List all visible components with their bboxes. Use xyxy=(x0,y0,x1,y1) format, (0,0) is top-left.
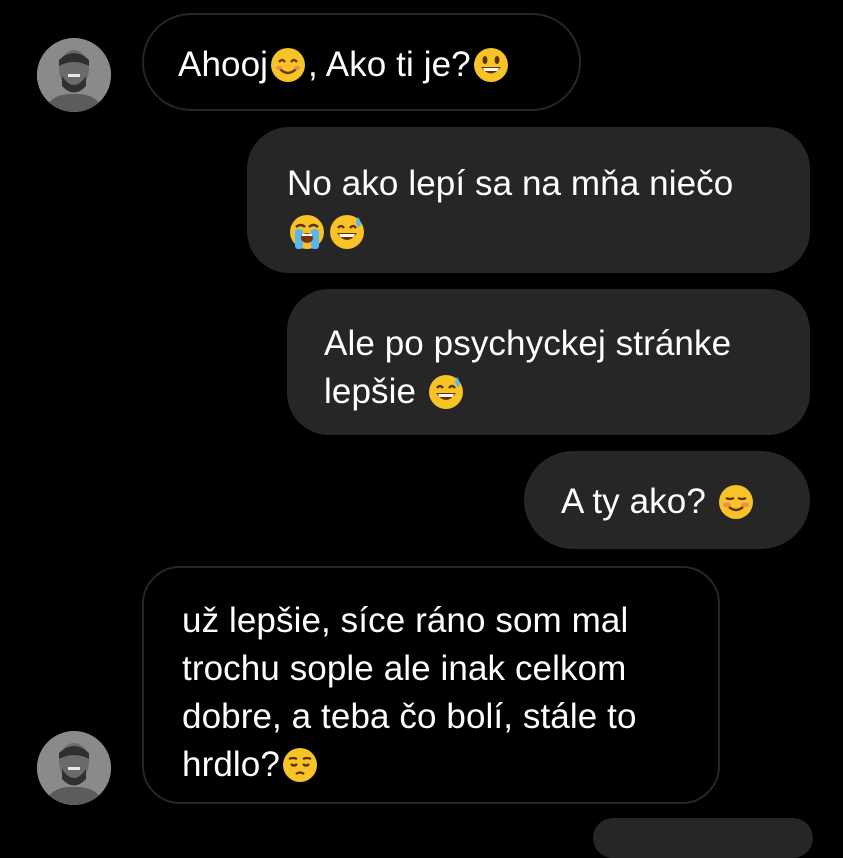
grinning-face-icon xyxy=(473,48,508,82)
message-text: Ale po psychyckej stránke xyxy=(324,324,732,363)
message-text: dobre, a teba čo bolí, stále to xyxy=(182,697,637,736)
smiling-face-with-smiling-eyes-icon xyxy=(271,48,306,82)
pensive-face-icon xyxy=(282,748,317,782)
incoming-message-bubble[interactable]: už lepšie, síce ráno som mal trochu sopl… xyxy=(142,566,720,804)
outgoing-message-bubble[interactable]: No ako lepí sa na mňa niečo xyxy=(247,127,810,273)
avatar-portrait-icon xyxy=(37,38,111,112)
outgoing-message-bubble[interactable]: Ale po psychyckej stránke lepšie xyxy=(287,289,810,435)
contact-avatar[interactable] xyxy=(37,731,111,805)
message-text: No ako lepí sa na mňa niečo xyxy=(287,164,734,203)
contact-avatar[interactable] xyxy=(37,38,111,112)
message-text: hrdlo? xyxy=(182,741,680,789)
outgoing-message-bubble[interactable]: A ty ako? xyxy=(524,451,810,549)
message-text: trochu sople ale inak celkom xyxy=(182,649,627,688)
avatar-portrait-icon xyxy=(37,731,111,805)
smiling-face-icon xyxy=(718,485,753,519)
message-text: Ahooj, Ako ti je? xyxy=(178,45,511,84)
message-text: už lepšie, síce ráno som mal xyxy=(182,601,629,640)
outgoing-message-bubble-partial[interactable] xyxy=(593,818,813,858)
message-text: A ty ako? xyxy=(561,482,756,521)
loudly-crying-face-icon xyxy=(290,215,324,249)
message-emoji-line xyxy=(287,208,770,256)
message-text: lepšie xyxy=(324,368,773,416)
grinning-face-with-sweat-icon xyxy=(428,375,463,409)
incoming-message-bubble[interactable]: Ahooj, Ako ti je? xyxy=(142,13,581,111)
grinning-face-with-sweat-icon xyxy=(330,215,364,249)
